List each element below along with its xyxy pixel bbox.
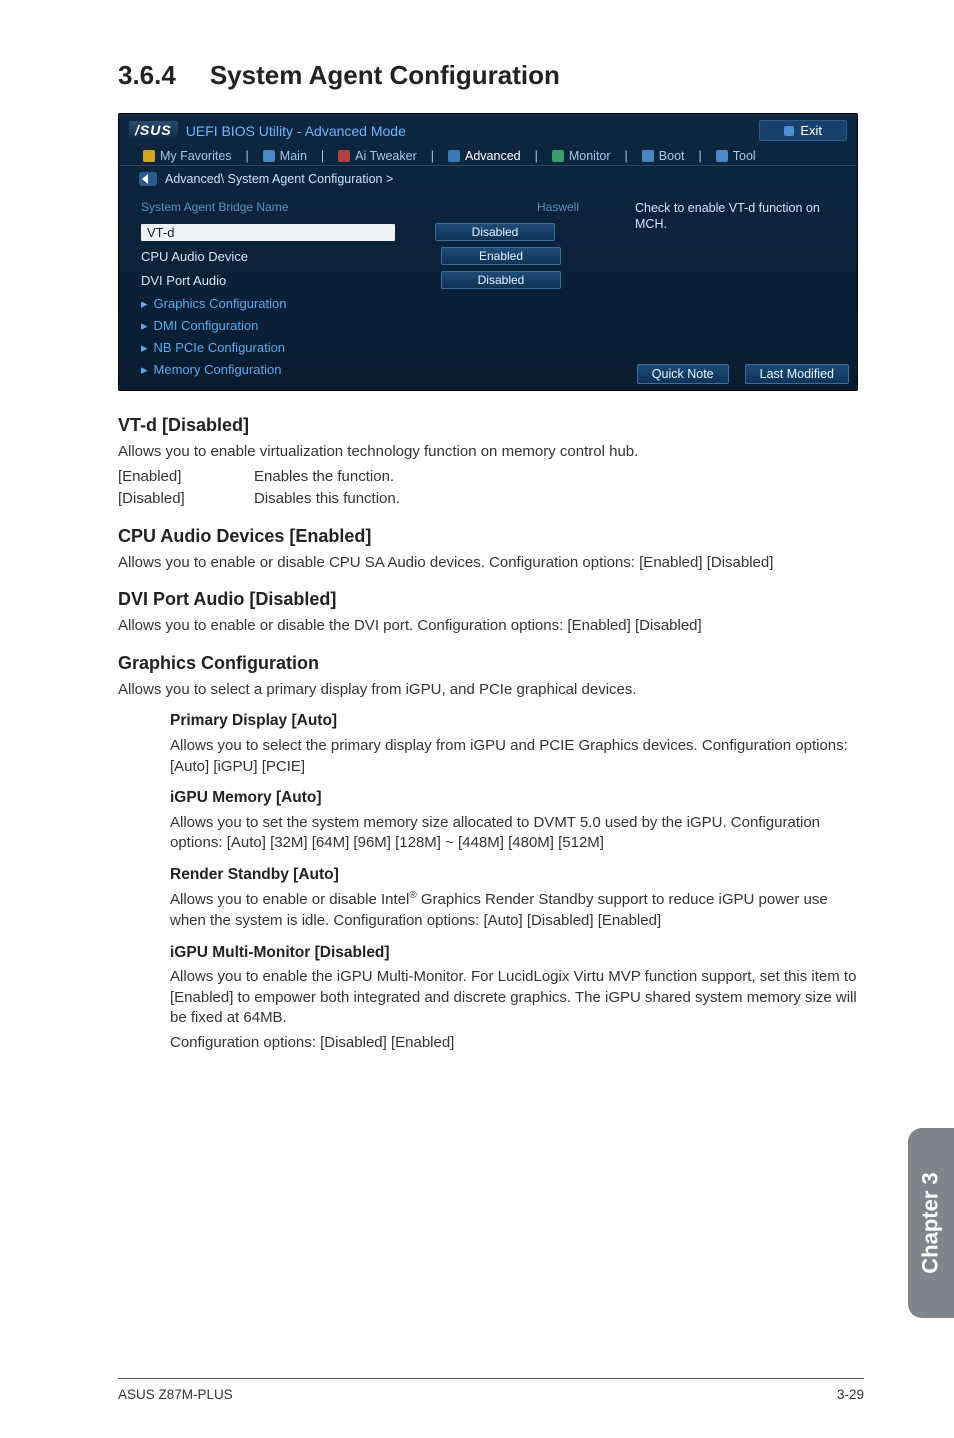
tab-main[interactable]: Main [263,149,307,163]
bios-options-panel: System Agent Bridge Name Haswell VT-d Di… [119,190,629,390]
chevron-right-icon: ▸ [141,362,148,378]
link-dmi-label: DMI Configuration [154,318,259,334]
link-nb-pcie-config[interactable]: ▸ NB PCIe Configuration [141,336,619,358]
p-igpu-memory: Allows you to set the system memory size… [170,813,864,854]
row-dvi-label: DVI Port Audio [141,273,401,288]
section-number: 3.6.4 [118,60,176,91]
exit-label: Exit [800,123,822,138]
vtd-disabled-val: Disables this function. [254,489,400,510]
vtd-disabled-key: [Disabled] [118,489,242,510]
exit-button[interactable]: Exit [759,120,847,141]
tab-monitor[interactable]: Monitor [552,149,611,163]
bios-title-text: UEFI BIOS Utility - Advanced Mode [186,123,406,139]
link-dmi-config[interactable]: ▸ DMI Configuration [141,314,619,336]
bios-help-panel: Check to enable VT-d function on MCH. Qu… [629,190,857,390]
h-igpu-memory: iGPU Memory [Auto] [170,787,864,808]
exit-icon [784,126,794,136]
h-render-standby: Render Standby [Auto] [170,864,864,885]
row-cpu-audio-label: CPU Audio Device [141,249,401,264]
p-igpu-multi-opts: Configuration options: [Disabled] [Enabl… [170,1033,864,1054]
p-igpu-multi: Allows you to enable the iGPU Multi-Moni… [170,967,864,1029]
bridge-row: System Agent Bridge Name Haswell [141,196,619,220]
vtd-enabled-val: Enables the function. [254,467,394,488]
vtd-enabled-key: [Enabled] [118,467,242,488]
link-memory-label: Memory Configuration [154,362,282,378]
link-memory-config[interactable]: ▸ Memory Configuration [141,358,619,380]
footer-left: ASUS Z87M-PLUS [118,1387,233,1402]
breadcrumb: Advanced\ System Agent Configuration > [165,172,393,186]
tab-tool[interactable]: Tool [716,149,756,163]
last-modified-button[interactable]: Last Modified [745,364,849,384]
advanced-icon [448,150,460,162]
tab-advanced[interactable]: Advanced [448,149,521,163]
tab-monitor-label: Monitor [569,149,611,163]
bridge-label: System Agent Bridge Name [141,200,288,214]
bios-titlebar: /SUS UEFI BIOS Utility - Advanced Mode E… [119,114,857,145]
monitor-icon [552,150,564,162]
p-gfx: Allows you to select a primary display f… [118,680,864,701]
tab-favorites[interactable]: My Favorites [143,149,232,163]
section-heading: 3.6.4 System Agent Configuration [118,60,864,91]
row-vtd[interactable]: VT-d Disabled [141,220,619,244]
row-cpu-audio-value[interactable]: Enabled [441,247,561,265]
section-title: System Agent Configuration [210,60,560,90]
link-graphics-label: Graphics Configuration [154,296,287,312]
p-cpu-audio: Allows you to enable or disable CPU SA A… [118,553,864,574]
p-render-standby: Allows you to enable or disable Intel® G… [170,889,864,931]
chapter-side-tab-label: Chapter 3 [918,1172,944,1273]
back-arrow-icon[interactable] [139,172,157,186]
row-dvi-value[interactable]: Disabled [441,271,561,289]
footer-right: 3-29 [837,1387,864,1402]
tab-tool-label: Tool [733,149,756,163]
h-primary-display: Primary Display [Auto] [170,710,864,731]
chapter-side-tab: Chapter 3 [908,1128,954,1318]
bios-window: /SUS UEFI BIOS Utility - Advanced Mode E… [118,113,858,391]
tab-main-label: Main [280,149,307,163]
p-dvi: Allows you to enable or disable the DVI … [118,616,864,637]
page-footer: ASUS Z87M-PLUS 3-29 [118,1378,864,1402]
tweaker-icon [338,150,350,162]
boot-icon [642,150,654,162]
p-primary-display: Allows you to select the primary display… [170,736,864,777]
tool-icon [716,150,728,162]
h-igpu-multi: iGPU Multi-Monitor [Disabled] [170,942,864,963]
h-gfx: Graphics Configuration [118,651,864,676]
tab-favorites-label: My Favorites [160,149,232,163]
list-icon [263,150,275,162]
p-vtd: Allows you to enable virtualization tech… [118,442,864,463]
link-graphics-config[interactable]: ▸ Graphics Configuration [141,292,619,314]
document-body: VT-d [Disabled] Allows you to enable vir… [118,413,864,1054]
link-nbpcie-label: NB PCIe Configuration [154,340,286,356]
tab-advanced-label: Advanced [465,149,521,163]
help-text: Check to enable VT-d function on MCH. [635,200,847,233]
star-icon [143,150,155,162]
row-vtd-label: VT-d [141,224,395,241]
h-vtd: VT-d [Disabled] [118,413,864,438]
chevron-right-icon: ▸ [141,318,148,334]
row-dvi[interactable]: DVI Port Audio Disabled [141,268,619,292]
tab-boot-label: Boot [659,149,685,163]
row-vtd-value[interactable]: Disabled [435,223,555,241]
chevron-right-icon: ▸ [141,296,148,312]
bios-tabs: My Favorites | Main | Ai Tweaker | Advan… [119,145,857,166]
row-cpu-audio[interactable]: CPU Audio Device Enabled [141,244,619,268]
tab-tweaker[interactable]: Ai Tweaker [338,149,417,163]
quick-note-button[interactable]: Quick Note [637,364,729,384]
chevron-right-icon: ▸ [141,340,148,356]
h-dvi: DVI Port Audio [Disabled] [118,587,864,612]
tab-boot[interactable]: Boot [642,149,685,163]
h-cpu-audio: CPU Audio Devices [Enabled] [118,524,864,549]
tab-tweaker-label: Ai Tweaker [355,149,417,163]
bridge-value: Haswell [537,200,579,214]
asus-logo: /SUS [129,121,178,140]
